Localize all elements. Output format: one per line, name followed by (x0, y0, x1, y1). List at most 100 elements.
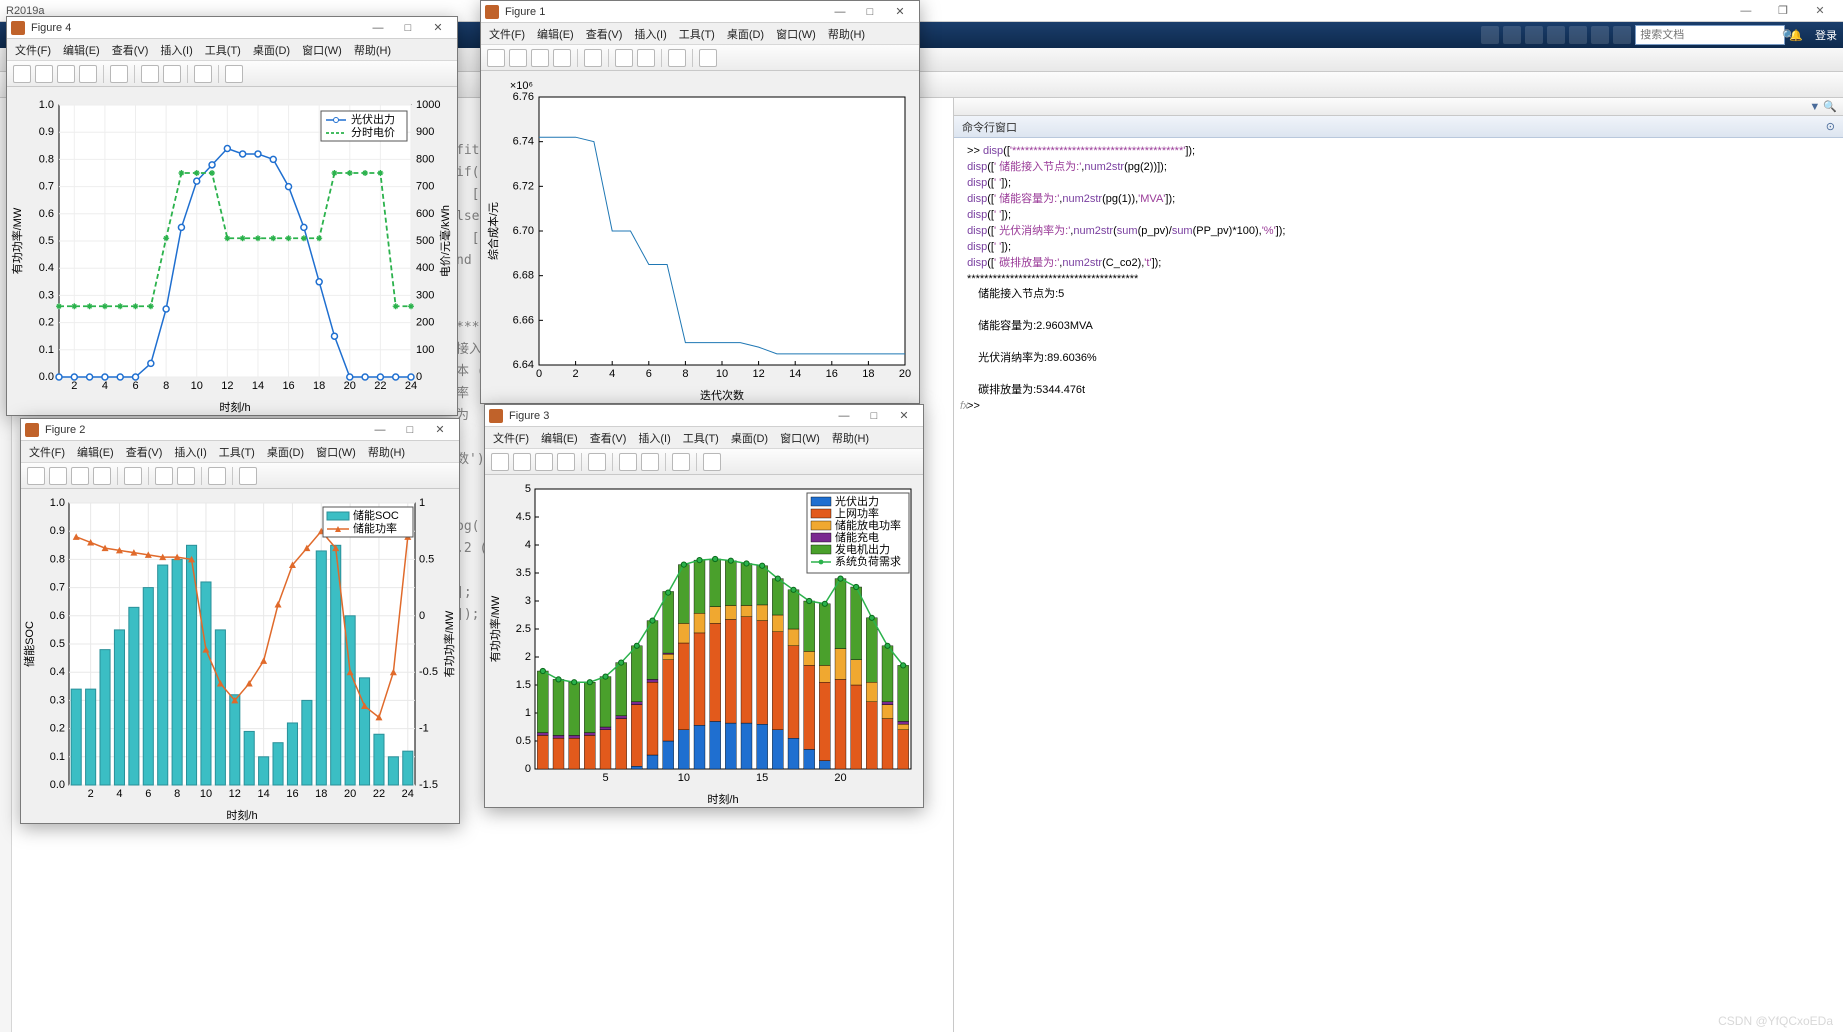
svg-text:时刻/h: 时刻/h (707, 792, 738, 806)
svg-text:4: 4 (525, 539, 531, 551)
watermark: CSDN @YfQCxoEDa (1718, 1014, 1833, 1028)
figure2-window[interactable]: Figure 2—□✕ 文件(F)编辑(E)查看(V)插入(I)工具(T)桌面(… (20, 418, 460, 824)
search-input[interactable] (1640, 29, 1782, 41)
figure4-window[interactable]: Figure 4—□✕ 文件(F)编辑(E)查看(V)插入(I)工具(T)桌面(… (6, 16, 458, 416)
close-icon[interactable]: ✕ (885, 5, 915, 18)
cut-icon[interactable] (1503, 26, 1521, 44)
close-button[interactable]: ✕ (1803, 4, 1837, 17)
svg-text:2: 2 (573, 368, 579, 380)
command-window-body[interactable]: >> disp(['******************************… (954, 138, 1843, 421)
svg-text:10: 10 (191, 380, 203, 392)
svg-text:10: 10 (716, 368, 728, 380)
svg-text:500: 500 (416, 235, 434, 247)
svg-text:4: 4 (609, 368, 615, 380)
command-window-title: 命令行窗口 (962, 119, 1826, 135)
svg-text:光伏出力: 光伏出力 (351, 112, 395, 126)
svg-text:14: 14 (789, 368, 801, 380)
svg-text:10: 10 (200, 788, 212, 800)
svg-text:0.5: 0.5 (39, 235, 54, 247)
svg-text:12: 12 (221, 380, 233, 392)
svg-text:储能放电功率: 储能放电功率 (835, 518, 901, 532)
more-icon[interactable] (1613, 26, 1631, 44)
svg-text:1: 1 (525, 707, 531, 719)
svg-text:0.7: 0.7 (50, 582, 65, 594)
copy-icon[interactable] (1525, 26, 1543, 44)
min-icon[interactable]: — (829, 410, 859, 422)
svg-text:1000: 1000 (416, 99, 440, 111)
close-icon[interactable]: ✕ (425, 423, 455, 436)
svg-text:20: 20 (344, 788, 356, 800)
maximize-button[interactable]: ❐ (1766, 4, 1800, 17)
figure-icon (25, 423, 39, 437)
svg-text:发电机出力: 发电机出力 (835, 542, 890, 556)
figure-toolbar[interactable] (7, 61, 457, 87)
search-box[interactable]: 🔍 (1635, 25, 1785, 45)
svg-text:上网功率: 上网功率 (835, 506, 879, 520)
svg-text:6.72: 6.72 (513, 180, 534, 192)
figure1-axes: 6.646.666.686.706.726.746.76024681012141… (481, 71, 921, 403)
svg-text:-1.5: -1.5 (419, 779, 438, 791)
paste-icon[interactable] (1547, 26, 1565, 44)
svg-text:8: 8 (682, 368, 688, 380)
svg-text:6: 6 (132, 380, 138, 392)
svg-text:0.9: 0.9 (39, 126, 54, 138)
svg-text:2.5: 2.5 (516, 623, 531, 635)
figure-toolbar[interactable] (21, 463, 459, 489)
svg-text:4: 4 (116, 788, 122, 800)
svg-text:6: 6 (145, 788, 151, 800)
max-icon[interactable]: □ (395, 424, 425, 436)
min-icon[interactable]: — (363, 22, 393, 34)
figure-toolbar[interactable] (485, 449, 923, 475)
svg-text:储能SOC: 储能SOC (353, 508, 399, 522)
minimize-button[interactable]: — (1729, 5, 1763, 17)
login-link[interactable]: 登录 (1815, 27, 1837, 43)
svg-text:18: 18 (315, 788, 327, 800)
figure1-title: Figure 1 (505, 6, 825, 18)
svg-text:综合成本/元: 综合成本/元 (486, 202, 500, 260)
svg-text:1.0: 1.0 (39, 99, 54, 111)
svg-text:100: 100 (416, 344, 434, 356)
undo-icon[interactable] (1569, 26, 1587, 44)
svg-text:22: 22 (373, 788, 385, 800)
svg-text:4: 4 (102, 380, 108, 392)
svg-text:24: 24 (405, 380, 417, 392)
command-window: ▼ 🔍 命令行窗口⊙ >> disp(['*******************… (953, 98, 1843, 1032)
figure-toolbar[interactable] (481, 45, 919, 71)
svg-text:5: 5 (602, 772, 608, 784)
help-icon[interactable] (1591, 26, 1609, 44)
save-icon[interactable] (1481, 26, 1499, 44)
svg-text:5: 5 (525, 483, 531, 495)
svg-text:6.68: 6.68 (513, 270, 534, 282)
min-icon[interactable]: — (365, 424, 395, 436)
figure1-window[interactable]: Figure 1—□✕ 文件(F)编辑(E)查看(V)插入(I)工具(T)桌面(… (480, 0, 920, 404)
svg-text:6.76: 6.76 (513, 91, 534, 103)
figure3-window[interactable]: Figure 3—□✕ 文件(F)编辑(E)查看(V)插入(I)工具(T)桌面(… (484, 404, 924, 808)
svg-text:3: 3 (525, 595, 531, 607)
svg-text:1.5: 1.5 (516, 679, 531, 691)
svg-text:2: 2 (71, 380, 77, 392)
menubar[interactable]: 文件(F)编辑(E)查看(V)插入(I)工具(T)桌面(D)窗口(W)帮助(H) (7, 39, 457, 61)
menubar[interactable]: 文件(F)编辑(E)查看(V)插入(I)工具(T)桌面(D)窗口(W)帮助(H) (485, 427, 923, 449)
max-icon[interactable]: □ (393, 22, 423, 34)
notification-icon[interactable]: 🔔 (1789, 29, 1803, 42)
figure2-axes: 0.00.10.20.30.40.50.60.70.80.91.0-1.5-1-… (21, 489, 461, 823)
svg-text:20: 20 (899, 368, 911, 380)
figure2-title: Figure 2 (45, 424, 365, 436)
figure3-axes: 00.511.522.533.544.555101520时刻/h有功功率/MW光… (485, 475, 925, 807)
max-icon[interactable]: □ (855, 6, 885, 18)
menubar[interactable]: 文件(F)编辑(E)查看(V)插入(I)工具(T)桌面(D)窗口(W)帮助(H) (481, 23, 919, 45)
svg-text:0.9: 0.9 (50, 525, 65, 537)
svg-text:0.6: 0.6 (50, 610, 65, 622)
panel-menu-icon[interactable]: ⊙ (1826, 120, 1835, 133)
svg-text:2: 2 (525, 651, 531, 663)
menubar[interactable]: 文件(F)编辑(E)查看(V)插入(I)工具(T)桌面(D)窗口(W)帮助(H) (21, 441, 459, 463)
min-icon[interactable]: — (825, 6, 855, 18)
close-icon[interactable]: ✕ (423, 21, 453, 34)
svg-text:0.7: 0.7 (39, 181, 54, 193)
svg-text:光伏出力: 光伏出力 (835, 494, 879, 508)
max-icon[interactable]: □ (859, 410, 889, 422)
dropdown-arrow-icon[interactable]: ▼ 🔍 (1809, 100, 1837, 113)
svg-text:0.2: 0.2 (39, 317, 54, 329)
close-icon[interactable]: ✕ (889, 409, 919, 422)
svg-text:电价/元毫/kWh: 电价/元毫/kWh (438, 205, 452, 277)
